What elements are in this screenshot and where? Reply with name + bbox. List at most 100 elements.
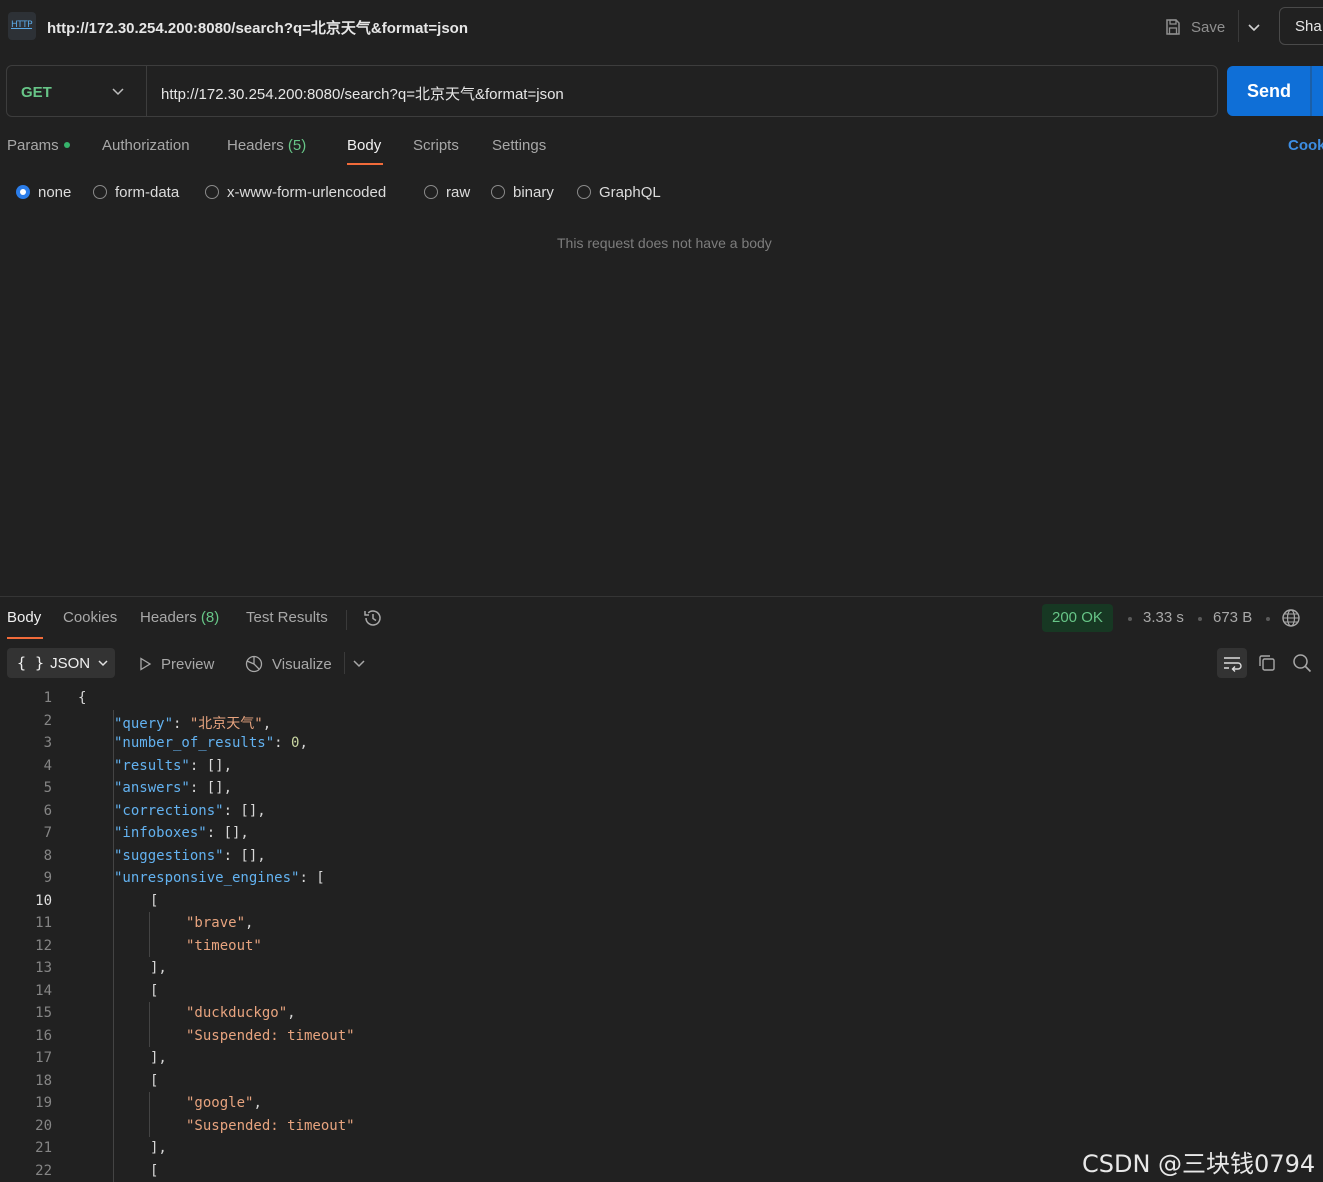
radio-none[interactable]: none <box>16 180 71 204</box>
chevron-down-icon <box>112 88 124 96</box>
save-label: Save <box>1191 18 1226 36</box>
code-token: ], <box>150 1050 167 1066</box>
radio-x-www-form-urlencoded[interactable]: x-www-form-urlencoded <box>205 180 386 204</box>
code-token: , <box>253 1095 262 1111</box>
code-token: "brave" <box>186 915 246 931</box>
visualize-icon <box>245 655 263 673</box>
search-icon[interactable] <box>1291 652 1313 674</box>
history-icon[interactable] <box>362 607 384 629</box>
indent-guide <box>149 1092 150 1137</box>
code-line: 17], <box>0 1047 1323 1069</box>
code-content: [ <box>150 1073 158 1089</box>
format-select[interactable]: { } JSON <box>7 648 115 678</box>
request-title[interactable]: http://172.30.254.200:8080/search?q=北京天气… <box>47 17 468 38</box>
preview-button[interactable]: Preview <box>137 653 214 675</box>
response-tab-headers[interactable]: Headers (8) <box>140 609 219 626</box>
tab-scripts[interactable]: Scripts <box>413 137 459 154</box>
response-tab-cookies[interactable]: Cookies <box>63 609 117 626</box>
line-number: 19 <box>35 1095 52 1111</box>
cookies-link[interactable]: Cook <box>1288 137 1323 154</box>
status-badge[interactable]: 200 OK <box>1042 604 1113 632</box>
code-token: [ <box>150 1162 159 1179</box>
code-line: 8 "suggestions": [], <box>0 845 1323 867</box>
active-tab-indicator <box>347 163 383 165</box>
code-token: "google" <box>186 1095 254 1111</box>
code-token: : [ <box>299 870 325 886</box>
method-select[interactable]: GET <box>7 66 147 116</box>
radio-raw[interactable]: raw <box>424 180 470 204</box>
tab-headers[interactable]: Headers (5) <box>227 137 306 154</box>
line-number: 7 <box>43 825 52 841</box>
code-content: "timeout" <box>186 938 262 954</box>
code-line: 2 "query": "北京天气", <box>0 710 1323 732</box>
code-content: "google", <box>186 1095 262 1111</box>
code-content: "answers": [], <box>114 780 232 796</box>
code-content: "unresponsive_engines": [ <box>114 870 325 886</box>
indent-guide <box>149 1002 150 1047</box>
radio-icon <box>205 185 219 199</box>
save-icon <box>1166 19 1180 35</box>
pane-divider[interactable] <box>0 596 1323 597</box>
share-button[interactable]: Sha <box>1279 7 1323 45</box>
code-content: "corrections": [], <box>114 803 266 819</box>
no-body-message: This request does not have a body <box>557 235 772 251</box>
code-content: ], <box>150 1140 167 1156</box>
indent-guide <box>113 709 114 1182</box>
radio-icon <box>491 185 505 199</box>
code-line: 15 "duckduckgo", <box>0 1002 1323 1024</box>
line-number: 16 <box>35 1027 52 1044</box>
line-number: 11 <box>35 915 52 931</box>
code-line: 11 "brave", <box>0 912 1323 934</box>
response-tab-test-results[interactable]: Test Results <box>246 609 328 626</box>
line-number: 9 <box>43 870 52 886</box>
response-time[interactable]: 3.33 s <box>1143 609 1184 626</box>
line-number: 20 <box>35 1117 52 1134</box>
tab-body[interactable]: Body <box>347 137 381 154</box>
tab-params[interactable]: Params <box>7 137 70 154</box>
line-number: 6 <box>43 802 52 819</box>
meta-separator-dot <box>1266 617 1270 621</box>
url-input[interactable]: http://172.30.254.200:8080/search?q=北京天气… <box>161 83 564 104</box>
radio-icon <box>424 185 438 199</box>
code-content: "Suspended: timeout" <box>186 1028 355 1044</box>
code-line: 7 "infoboxes": [], <box>0 822 1323 844</box>
response-tab-body[interactable]: Body <box>7 609 41 626</box>
send-button[interactable]: Send <box>1227 66 1323 116</box>
meta-separator-dot <box>1128 617 1132 621</box>
wrap-lines-button[interactable] <box>1217 648 1247 678</box>
code-line: 9 "unresponsive_engines": [ <box>0 867 1323 889</box>
code-token: "answers" <box>114 780 190 796</box>
code-content: [ <box>150 893 158 909</box>
play-icon <box>140 657 152 671</box>
save-button[interactable]: Save <box>1163 14 1225 40</box>
chevron-down-icon[interactable] <box>350 654 368 672</box>
line-number: 8 <box>43 847 52 864</box>
code-token: "timeout" <box>186 937 262 954</box>
code-line: 12 "timeout" <box>0 935 1323 957</box>
code-token: , <box>299 735 308 751</box>
url-bar: GET http://172.30.254.200:8080/search?q=… <box>6 65 1218 117</box>
code-line: 10 [ <box>0 890 1323 912</box>
code-token: [ <box>150 982 159 999</box>
code-content: "results": [], <box>114 758 232 774</box>
radio-graphql[interactable]: GraphQL <box>577 180 661 204</box>
globe-icon[interactable] <box>1280 607 1302 629</box>
indent-guide <box>149 912 150 957</box>
copy-icon[interactable] <box>1256 652 1278 674</box>
request-tabs: Params Authorization Headers (5) Body Sc… <box>0 132 1323 168</box>
radio-binary[interactable]: binary <box>491 180 554 204</box>
radio-form-data[interactable]: form-data <box>93 180 179 204</box>
line-number: 12 <box>35 937 52 954</box>
visualize-button[interactable]: Visualize <box>244 653 332 675</box>
tab-authorization[interactable]: Authorization <box>102 137 190 154</box>
line-number: 5 <box>43 780 52 796</box>
save-options-chevron-icon[interactable] <box>1245 18 1263 36</box>
radio-icon <box>93 185 107 199</box>
tab-separator <box>346 610 347 630</box>
code-token: : <box>274 735 292 751</box>
code-token: [ <box>150 1072 159 1089</box>
response-body-viewer[interactable]: 1{2 "query": "北京天气", 3 "number_of_results":… <box>0 687 1323 1182</box>
tab-settings[interactable]: Settings <box>492 137 546 154</box>
response-size[interactable]: 673 B <box>1213 609 1252 626</box>
code-line: 4 "results": [], <box>0 755 1323 777</box>
